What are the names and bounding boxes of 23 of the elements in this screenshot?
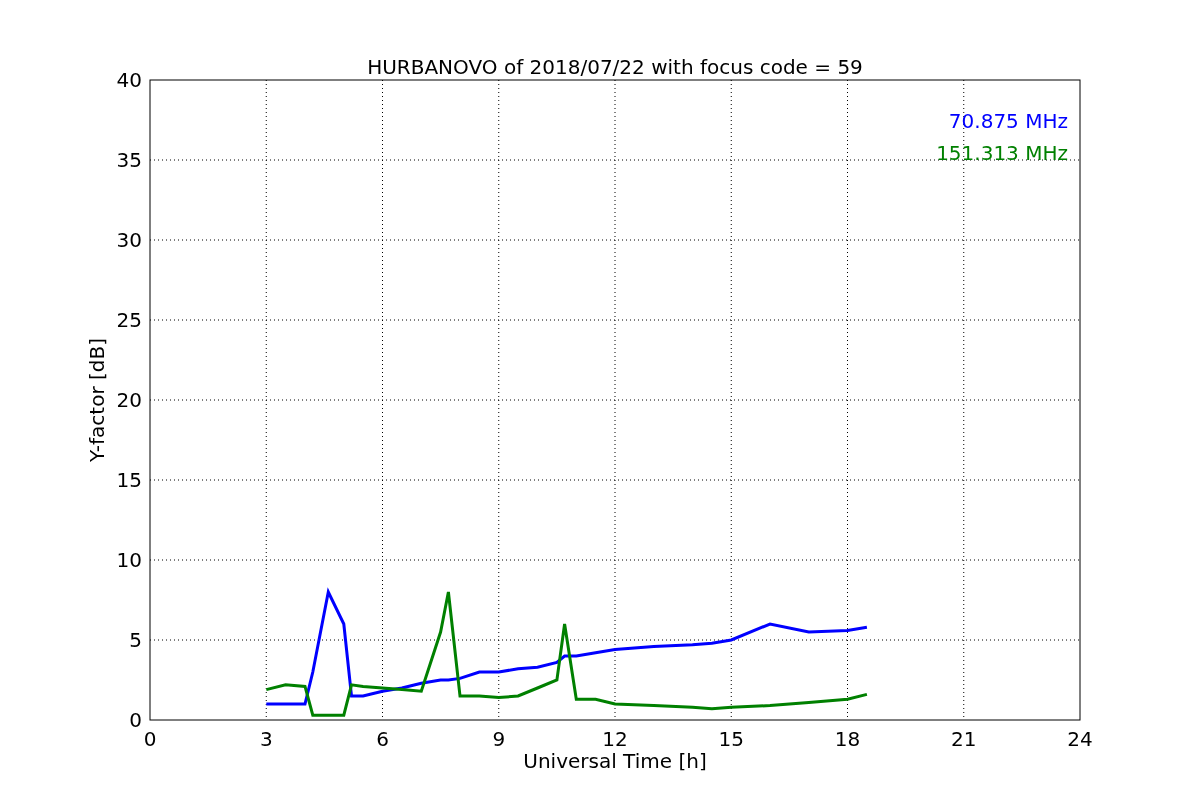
x-tick-label: 24 [1067, 727, 1093, 751]
x-tick-label: 21 [951, 727, 977, 751]
chart-title: HURBANOVO of 2018/07/22 with focus code = 59 [367, 55, 863, 79]
x-tick-label: 3 [259, 727, 273, 751]
y-tick-label: 20 [116, 388, 142, 412]
legend-label: 70.875 MHz [948, 109, 1068, 133]
y-tick-label: 35 [116, 148, 142, 172]
y-tick-label: 30 [116, 228, 142, 252]
x-tick-label: 15 [718, 727, 744, 751]
legend-label: 151.313 MHz [936, 141, 1068, 165]
y-tick-label: 40 [116, 68, 142, 92]
y-tick-label: 15 [116, 468, 142, 492]
x-tick-label: 0 [143, 727, 157, 751]
x-tick-label: 18 [834, 727, 861, 751]
x-tick-label: 12 [602, 727, 628, 751]
y-tick-label: 25 [116, 308, 142, 332]
x-tick-label: 9 [492, 727, 506, 751]
y-tick-label: 10 [116, 548, 142, 572]
y-axis-label: Y-factor [dB] [85, 338, 109, 462]
x-tick-label: 6 [376, 727, 389, 751]
y-tick-label: 5 [129, 628, 142, 652]
x-axis-label: Universal Time [h] [523, 749, 707, 773]
y-tick-label: 0 [129, 708, 142, 732]
